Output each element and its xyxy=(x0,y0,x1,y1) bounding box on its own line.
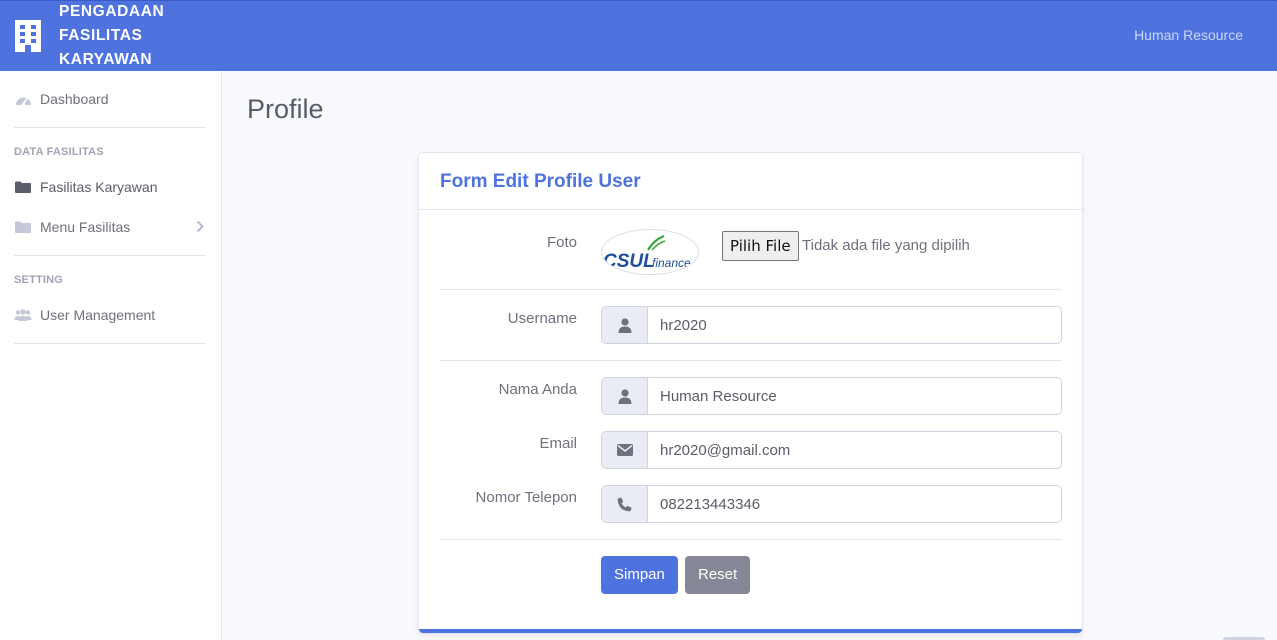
form-divider xyxy=(439,360,1062,361)
nama-label: Nama Anda xyxy=(498,381,577,398)
file-status: Tidak ada file yang dipilih xyxy=(802,237,970,254)
phone-icon xyxy=(602,486,648,522)
user-menu[interactable]: Human Resource xyxy=(1134,27,1243,43)
email-group xyxy=(601,431,1062,469)
reset-button[interactable]: Reset xyxy=(685,556,751,594)
sidebar-heading-setting: SETTING xyxy=(14,274,64,286)
users-icon xyxy=(14,308,32,322)
user-icon xyxy=(602,307,648,343)
folder-icon xyxy=(14,180,32,194)
sidebar-heading-data: DATA FASILITAS xyxy=(14,146,104,158)
logo-sub: finance xyxy=(652,256,691,270)
foto-label: Foto xyxy=(546,234,577,251)
brand-title: PENGADAAN FASILITAS KARYAWAN xyxy=(59,0,164,72)
sidebar-divider xyxy=(14,127,206,128)
nama-group xyxy=(601,377,1062,415)
nama-input[interactable] xyxy=(648,378,1061,414)
building-icon xyxy=(15,20,41,52)
telepon-label: Nomor Telepon xyxy=(475,489,577,506)
chevron-right-icon xyxy=(196,220,204,236)
save-button[interactable]: Simpan xyxy=(601,556,678,594)
choose-file-button[interactable]: Pilih File xyxy=(722,231,799,261)
tachometer-icon xyxy=(14,92,32,106)
form-divider xyxy=(439,289,1062,290)
username-label: Username xyxy=(507,310,577,327)
sidebar-item-dashboard[interactable]: Dashboard xyxy=(14,87,206,111)
brand-line-2: FASILITAS xyxy=(59,27,143,44)
user-icon xyxy=(602,378,648,414)
brand-line-3: KARYAWAN xyxy=(59,51,153,68)
email-input[interactable] xyxy=(648,432,1061,468)
card-bottom-border xyxy=(419,629,1082,633)
sidebar-item-fasilitas-karyawan[interactable]: Fasilitas Karyawan xyxy=(14,175,206,199)
profile-form-card: Form Edit Profile User Foto CSUL finance… xyxy=(418,152,1083,634)
sidebar-item-menu-fasilitas[interactable]: Menu Fasilitas xyxy=(14,215,206,239)
logo-brand: CSUL xyxy=(603,251,655,272)
sidebar-item-label: Menu Fasilitas xyxy=(40,219,131,235)
sidebar: Dashboard DATA FASILITAS Fasilitas Karya… xyxy=(0,71,222,640)
envelope-icon xyxy=(602,432,648,468)
card-header: Form Edit Profile User xyxy=(419,153,1082,210)
username-input[interactable] xyxy=(648,307,1061,343)
sidebar-divider xyxy=(14,255,206,256)
topbar: PENGADAAN FASILITAS KARYAWAN Human Resou… xyxy=(0,0,1277,71)
username-group xyxy=(601,306,1062,344)
sidebar-divider xyxy=(14,343,206,344)
folder-icon xyxy=(14,220,32,234)
profile-photo: CSUL finance xyxy=(601,229,699,275)
card-title: Form Edit Profile User xyxy=(440,171,641,192)
telepon-input[interactable] xyxy=(648,486,1061,522)
sidebar-item-label: Fasilitas Karyawan xyxy=(40,179,158,195)
sidebar-item-label: User Management xyxy=(40,307,156,323)
sidebar-item-label: Dashboard xyxy=(40,91,109,107)
brand-line-1: PENGADAAN xyxy=(59,3,165,20)
brand[interactable]: PENGADAAN FASILITAS KARYAWAN xyxy=(14,1,164,71)
form-divider xyxy=(439,539,1062,540)
page-title: Profile xyxy=(247,94,324,124)
sidebar-item-user-management[interactable]: User Management xyxy=(14,303,206,327)
telepon-group xyxy=(601,485,1062,523)
email-label: Email xyxy=(539,435,577,452)
